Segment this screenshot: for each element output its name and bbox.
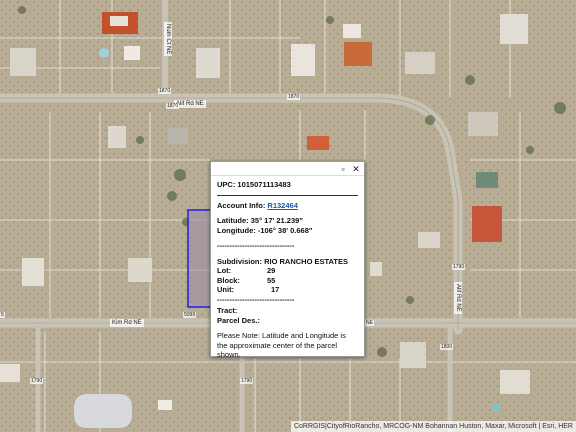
subdivision-text: Subdivision: RIO RANCHO ESTATES bbox=[217, 256, 348, 266]
address-number: 1790 bbox=[30, 378, 44, 384]
unit-label: Unit: bbox=[217, 285, 235, 294]
lot-value: 29 bbox=[267, 266, 276, 275]
lot-row: Lot: 29 bbox=[217, 266, 358, 276]
block-label: Block: bbox=[217, 275, 240, 285]
address-number: 1870 bbox=[158, 88, 172, 94]
address-number: 1870 bbox=[287, 94, 301, 100]
address-number: 1800 bbox=[440, 344, 454, 350]
address-number: 1790 bbox=[240, 378, 254, 384]
block-row: Block: 55 bbox=[217, 276, 358, 286]
address-number: 1870 bbox=[166, 103, 180, 109]
road-label-alif-right: Alif Rd NE bbox=[454, 282, 462, 314]
parcel-info-popup: ▫ ✕ UPC: 1015071113483 Account Info: R13… bbox=[210, 161, 365, 360]
note-text: Please Note: Latitude and Longitude is t… bbox=[217, 331, 346, 359]
close-icon[interactable]: ✕ bbox=[351, 164, 361, 174]
address-number: 1790 bbox=[452, 264, 466, 270]
latitude-text: Latitude: 35° 17' 21.239" bbox=[217, 216, 303, 225]
upc-text: UPC: 1015071113483 bbox=[217, 180, 291, 189]
maximize-icon[interactable]: ▫ bbox=[338, 164, 348, 174]
address-number: 5099 bbox=[183, 312, 197, 318]
address-number: 5 bbox=[0, 312, 5, 318]
unit-value: 17 bbox=[271, 285, 280, 294]
popup-content: UPC: 1015071113483 Account Info: R132464… bbox=[211, 176, 364, 360]
road-label-num-ct: Num Ct NE bbox=[164, 22, 172, 57]
address-number: NE bbox=[365, 320, 374, 326]
separator: ------------------------------- bbox=[217, 241, 295, 250]
map-view[interactable]: Alif Rd NE Num Ct NE Kim Rd NE Alif Rd N… bbox=[0, 0, 576, 432]
block-value: 55 bbox=[267, 275, 276, 285]
lot-label: Lot: bbox=[217, 266, 232, 275]
parcel-desc-text: Parcel Des.: bbox=[217, 315, 260, 325]
popup-titlebar: ▫ ✕ bbox=[211, 162, 364, 176]
tract-text: Tract: bbox=[217, 306, 238, 315]
divider bbox=[217, 194, 358, 196]
unit-row: Unit: 17 bbox=[217, 285, 358, 295]
account-info: Account Info: R132464 bbox=[217, 201, 358, 211]
separator: ------------------------------- bbox=[217, 294, 295, 304]
account-label: Account Info: bbox=[217, 200, 268, 210]
account-link[interactable]: R132464 bbox=[267, 201, 297, 210]
road-label-kim-rd: Kim Rd NE bbox=[110, 319, 144, 327]
map-attribution: CoRRGIS|CityofRioRancho, MRCOG-NM Bohann… bbox=[290, 421, 576, 432]
longitude-text: Longitude: -106° 38' 0.668" bbox=[217, 225, 313, 235]
